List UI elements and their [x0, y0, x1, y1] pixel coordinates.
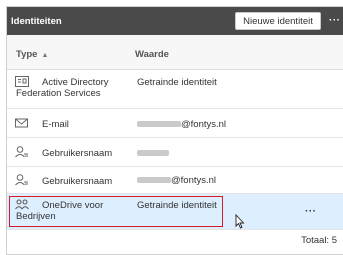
redacted-text [137, 150, 169, 157]
table-row[interactable]: Gebruikersnaam @fontys.nl [7, 167, 343, 194]
mouse-cursor-icon [235, 213, 245, 232]
identities-panel: Identiteiten Nieuwe identiteit ··· Type ▲… [6, 6, 343, 255]
row-type-label: Gebruikersnaam [42, 148, 113, 159]
redacted-text [137, 121, 181, 128]
column-value-header[interactable]: Waarde [135, 49, 169, 60]
row-value [137, 148, 169, 159]
row-more-button[interactable]: ··· [305, 206, 317, 217]
row-value: @fontys.nl [137, 175, 216, 186]
row-value: @fontys.nl [137, 119, 226, 130]
table-row[interactable]: Gebruikersnaam [7, 138, 343, 167]
header-more-button[interactable]: ··· [329, 15, 341, 26]
total-count: Totaal: 5 [301, 235, 337, 246]
column-header-row: Type ▲ Waarde [7, 35, 343, 70]
user-icon [15, 174, 29, 186]
highlight-box [9, 196, 223, 227]
panel-title: Identiteiten [11, 16, 62, 27]
mail-icon [15, 118, 29, 129]
row-type-label: Active Directory Federation Services [16, 77, 109, 99]
row-type-label: Gebruikersnaam [42, 176, 113, 187]
table-row[interactable]: E-mail @fontys.nl [7, 109, 343, 138]
row-value: Getrainde identiteit [137, 77, 217, 88]
row-type-label: E-mail [42, 119, 69, 130]
column-type-header[interactable]: Type ▲ [16, 49, 48, 60]
panel-header: Identiteiten Nieuwe identiteit ··· [7, 7, 343, 35]
redacted-text [137, 177, 171, 184]
table-row-selected[interactable]: OneDrive voor Bedrijven Getrainde identi… [7, 194, 343, 230]
table-row[interactable]: Active Directory Federation Services Get… [7, 70, 343, 109]
sort-ascending-icon: ▲ [41, 52, 49, 59]
user-icon [15, 146, 29, 158]
new-identity-button[interactable]: Nieuwe identiteit [235, 12, 321, 30]
